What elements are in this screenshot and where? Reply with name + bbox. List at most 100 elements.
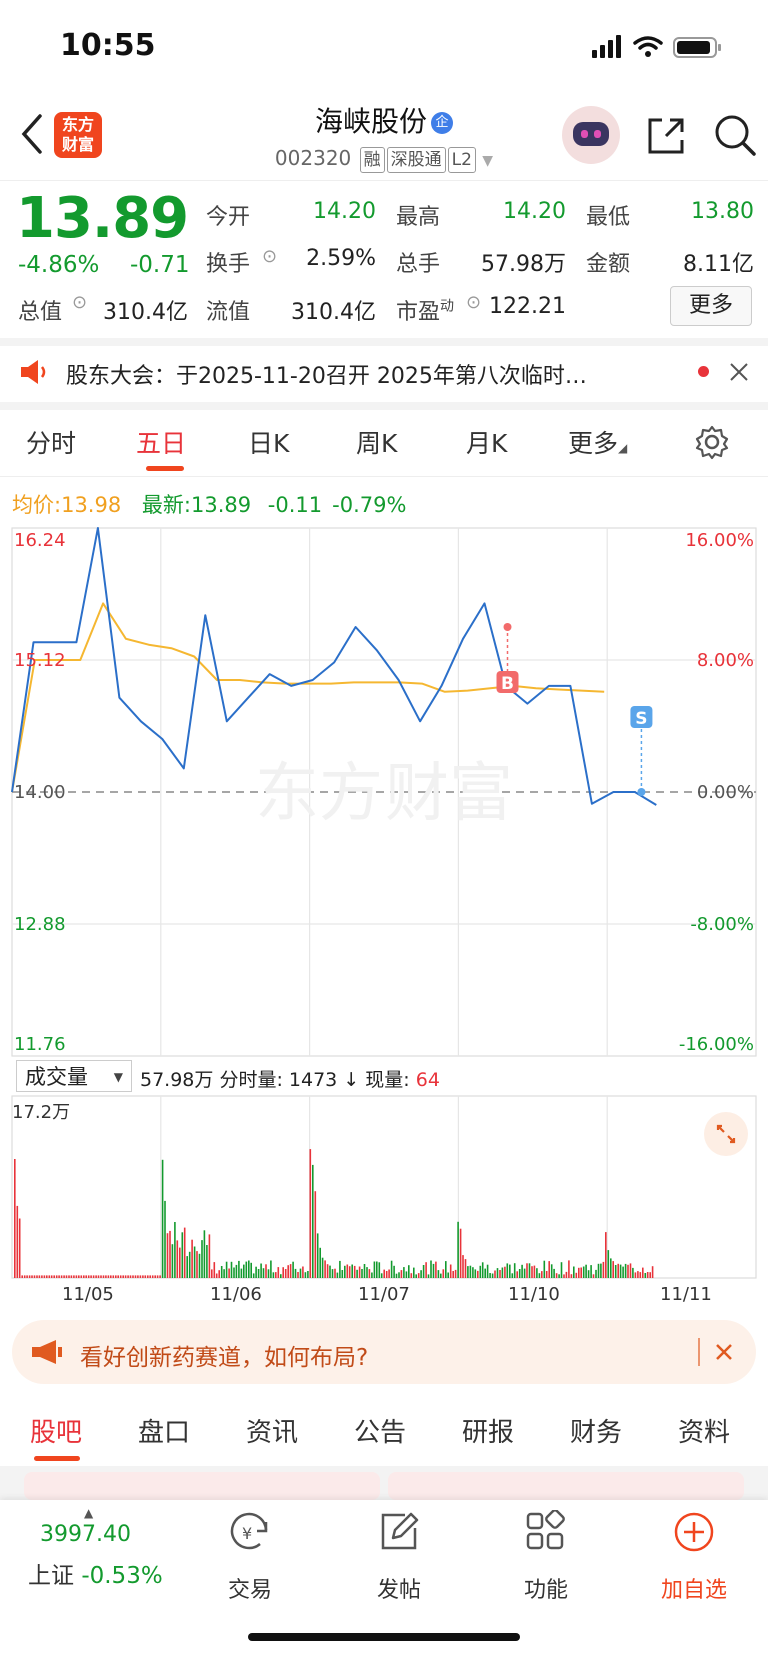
volume-bar — [553, 1268, 555, 1278]
y-tick-right: 8.00% — [697, 650, 754, 671]
volume-indicator-select[interactable]: 成交量 ▼ — [16, 1060, 132, 1092]
tab-profile[interactable]: 资料 — [678, 1412, 730, 1449]
banner-close-icon[interactable] — [714, 1342, 734, 1362]
volume-bar — [474, 1269, 477, 1278]
volume-bar — [400, 1270, 403, 1278]
volume-bar — [587, 1270, 590, 1278]
volume-bar — [526, 1263, 528, 1278]
volume-bar — [90, 1275, 92, 1278]
post-icon[interactable] — [377, 1510, 421, 1554]
svg-text:¥: ¥ — [242, 1524, 252, 1543]
volume-bar — [181, 1232, 184, 1278]
nav-functions[interactable]: 功能 — [491, 1572, 601, 1604]
volume-info: 57.98万 分时量: 1473 ↓ 现量: 64 — [140, 1069, 440, 1091]
volume-bar — [489, 1273, 491, 1278]
volume-bar — [614, 1265, 617, 1278]
volume-bar — [639, 1272, 642, 1278]
banner-divider — [698, 1338, 700, 1366]
volume-bar — [18, 1218, 21, 1278]
volume-bar — [201, 1240, 203, 1278]
volume-bar — [63, 1275, 65, 1278]
volume-bar — [580, 1267, 582, 1278]
tab-news[interactable]: 资讯 — [246, 1412, 298, 1449]
y-tick-right: 16.00% — [685, 530, 754, 551]
volume-bar — [105, 1275, 107, 1278]
volume-bar — [267, 1269, 270, 1278]
volume-bar — [405, 1271, 408, 1278]
nav-post[interactable]: 发帖 — [344, 1572, 454, 1604]
y-tick-left: 14.00 — [14, 782, 66, 803]
volume-bar — [430, 1260, 432, 1278]
volume-bar — [378, 1262, 381, 1278]
volume-bar — [477, 1270, 479, 1278]
volume-bar — [289, 1264, 292, 1278]
apps-icon[interactable] — [524, 1510, 568, 1554]
volume-bar — [484, 1268, 486, 1278]
volume-bar — [415, 1274, 417, 1278]
nav-trade[interactable]: 交易 — [195, 1572, 305, 1604]
tab-finance[interactable]: 财务 — [570, 1412, 622, 1449]
volume-bar — [225, 1261, 228, 1278]
volume-bar — [573, 1266, 575, 1278]
volume-bar — [270, 1260, 272, 1278]
volume-bar — [92, 1275, 95, 1278]
volume-bar — [324, 1260, 326, 1278]
price-chart[interactable]: 东方 财富 16.24 16.00% 15.12 8.00% 14.00 0.00% 12.… — [0, 0, 768, 1300]
volume-bar — [33, 1275, 36, 1278]
add-watchlist-icon[interactable] — [672, 1510, 716, 1554]
volume-bar — [607, 1250, 610, 1278]
volume-bar — [206, 1245, 208, 1278]
tab-forum[interactable]: 股吧 — [30, 1412, 82, 1449]
expand-button[interactable] — [704, 1112, 748, 1156]
volume-bar — [240, 1268, 243, 1278]
index-change[interactable]: 上证 -0.53% — [28, 1556, 163, 1590]
nav-add-watchlist[interactable]: 加自选 — [639, 1572, 749, 1604]
promo-text[interactable]: 看好创新药赛道，如何布局? — [80, 1338, 368, 1372]
volume-bar — [100, 1275, 102, 1278]
volume-bar — [75, 1275, 78, 1278]
volume-bar — [578, 1267, 580, 1278]
volume-bar — [504, 1266, 506, 1278]
volume-bar — [506, 1263, 509, 1278]
volume-bar — [129, 1275, 132, 1278]
tab-announcements[interactable]: 公告 — [354, 1412, 406, 1449]
volume-bar — [43, 1275, 46, 1278]
volume-bar — [218, 1270, 220, 1278]
volume-bar — [509, 1264, 511, 1278]
trade-marker-label: B — [501, 674, 514, 694]
volume-bar — [169, 1230, 171, 1278]
volume-bar — [348, 1266, 351, 1278]
tab-research[interactable]: 研报 — [462, 1412, 514, 1449]
volume-bar — [122, 1275, 124, 1278]
volume-bar — [590, 1265, 592, 1278]
volume-bar — [629, 1263, 632, 1278]
volume-bar — [513, 1263, 516, 1278]
volume-bar — [233, 1267, 235, 1278]
volume-bar — [142, 1275, 144, 1278]
y-tick-left: 16.24 — [14, 530, 66, 551]
trade-icon[interactable]: ¥ — [228, 1510, 272, 1554]
volume-bar — [582, 1266, 585, 1278]
volume-bar — [223, 1269, 225, 1278]
volume-bar — [132, 1275, 134, 1278]
volume-bar — [361, 1269, 363, 1278]
volume-bar — [371, 1272, 373, 1278]
volume-bar — [523, 1268, 526, 1278]
index-collapse-icon[interactable]: ▲ — [84, 1506, 93, 1520]
volume-bar — [215, 1273, 218, 1278]
volume-bar — [245, 1261, 248, 1278]
tab-orderbook[interactable]: 盘口 — [138, 1412, 190, 1449]
volume-bar — [87, 1275, 90, 1278]
volume-bar — [110, 1275, 112, 1278]
volume-bar — [536, 1268, 538, 1278]
volume-bar — [637, 1271, 639, 1278]
index-value[interactable]: 3997.40 — [40, 1522, 131, 1547]
volume-bar — [186, 1256, 188, 1278]
volume-bar — [117, 1275, 119, 1278]
volume-bar — [624, 1263, 627, 1278]
volume-bar — [275, 1272, 277, 1278]
volume-bar — [420, 1270, 422, 1278]
home-indicator — [248, 1633, 520, 1641]
volume-bar — [565, 1271, 568, 1278]
x-label-1107: 11/07 — [358, 1284, 410, 1305]
